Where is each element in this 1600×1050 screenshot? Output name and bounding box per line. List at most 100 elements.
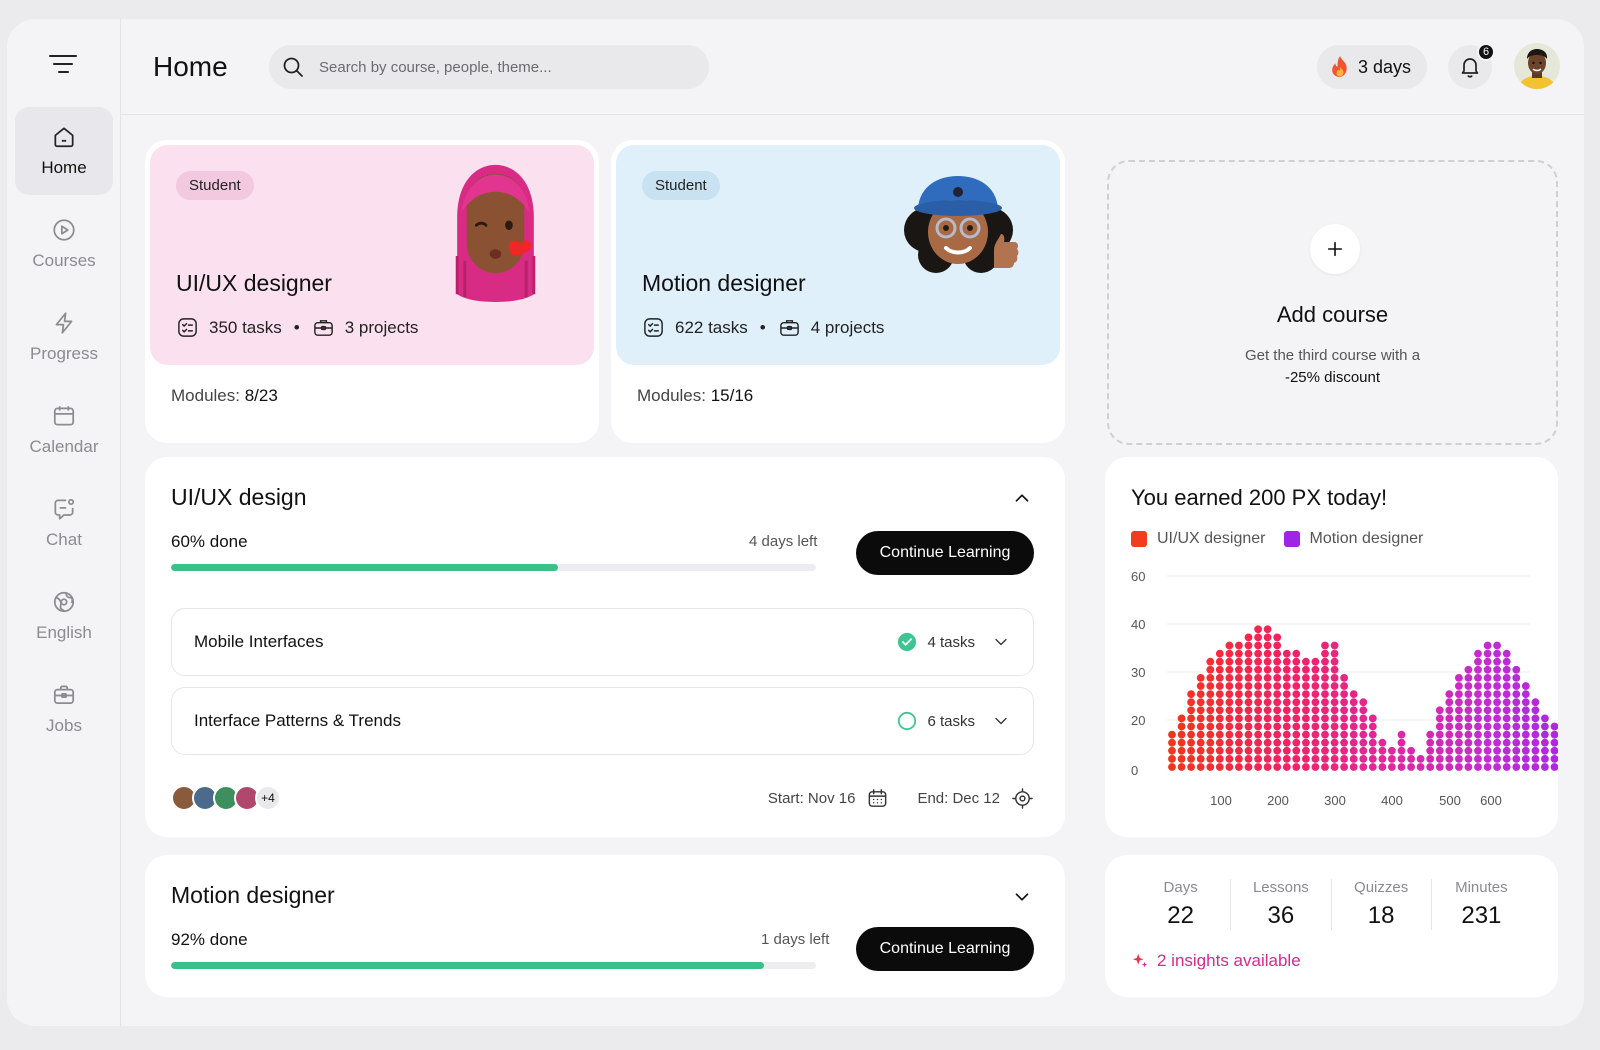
chart-dot xyxy=(1263,657,1272,666)
chart-dot xyxy=(1302,714,1310,723)
sidebar-item-courses[interactable]: Courses xyxy=(15,200,113,288)
chevron-up-icon[interactable] xyxy=(1011,487,1033,509)
chart-dot xyxy=(1273,665,1282,674)
chart-dot xyxy=(1512,746,1521,755)
chart-dot xyxy=(1349,714,1358,723)
tasks-icon xyxy=(178,318,197,337)
chart-dot xyxy=(1455,763,1463,771)
chart-dot xyxy=(1541,738,1549,747)
chart-dot xyxy=(1464,738,1473,747)
chart-dot xyxy=(1340,674,1348,682)
chart-dot xyxy=(1541,714,1549,723)
continue-learning-button[interactable]: Continue Learning xyxy=(856,531,1034,575)
chart-dot xyxy=(1254,682,1262,690)
chart-dot xyxy=(1502,755,1511,763)
sidebar-item-chat[interactable]: Chat xyxy=(15,479,113,567)
chart-dot xyxy=(1225,755,1234,763)
y-tick-label: 30 xyxy=(1131,665,1145,680)
x-tick-label: 600 xyxy=(1480,793,1502,808)
chart-dot xyxy=(1512,722,1521,731)
chart-dot xyxy=(1254,722,1262,731)
chart-dot xyxy=(1493,722,1501,731)
chart-dot xyxy=(1445,730,1454,739)
chevron-down-icon[interactable] xyxy=(991,632,1011,652)
search-input[interactable] xyxy=(319,58,679,76)
chart-dot xyxy=(1235,682,1243,690)
chart-dot xyxy=(1292,755,1301,763)
participants[interactable]: +4 xyxy=(171,785,281,811)
chart-dot xyxy=(1244,746,1253,755)
chart-dot xyxy=(1464,722,1473,731)
streak-badge[interactable]: 3 days xyxy=(1317,45,1427,89)
chart-dot xyxy=(1474,763,1482,771)
chevron-down-icon[interactable] xyxy=(1011,886,1033,908)
sidebar-item-progress[interactable]: Progress xyxy=(15,293,113,381)
chart-dot xyxy=(1254,706,1262,715)
add-course-title: Add course xyxy=(1276,302,1389,327)
chart-dot xyxy=(1225,706,1234,715)
add-course-card[interactable]: Add course Get the third course with a -… xyxy=(1107,160,1558,445)
lesson-row[interactable]: Interface Patterns & Trends 6 tasks xyxy=(171,687,1034,755)
chart-dot xyxy=(1282,682,1291,690)
target-icon[interactable] xyxy=(1011,787,1034,810)
lesson-row[interactable]: Mobile Interfaces 4 tasks xyxy=(171,608,1034,676)
chart-dot xyxy=(1368,763,1377,771)
user-avatar[interactable] xyxy=(1514,43,1560,89)
chart-dot xyxy=(1177,730,1186,739)
chart-dot xyxy=(1531,698,1540,707)
chart-dot xyxy=(1464,690,1473,698)
plus-icon[interactable] xyxy=(1310,224,1360,274)
briefcase-icon xyxy=(779,320,799,336)
course-card-motion[interactable]: Student Motion designer 622 tasks • 4 pr… xyxy=(611,140,1065,443)
chart-dot xyxy=(1292,649,1301,658)
chart-dot xyxy=(1292,746,1301,755)
notifications-button[interactable]: 6 xyxy=(1448,43,1495,89)
chart-dot xyxy=(1215,706,1224,715)
chart-dot xyxy=(1302,657,1310,666)
legend-label: UI/UX designer xyxy=(1157,530,1266,547)
chart-dot xyxy=(1330,755,1339,763)
chart-dot xyxy=(1321,657,1329,666)
chart-dot xyxy=(1263,730,1272,739)
course-footer: +4 Start: Nov 16 End: Dec 12 xyxy=(171,783,1034,813)
insights-link[interactable]: 2 insights available xyxy=(1131,951,1301,971)
chart-dot xyxy=(1168,738,1176,747)
chart-dot xyxy=(1244,690,1253,698)
chart-dot xyxy=(1521,698,1530,707)
chart-dot xyxy=(1416,755,1425,763)
chart-dot xyxy=(1196,763,1205,771)
chevron-down-icon[interactable] xyxy=(991,711,1011,731)
sidebar-item-calendar[interactable]: Calendar xyxy=(15,386,113,474)
stat-value: 22 xyxy=(1167,902,1194,929)
calendar-icon[interactable] xyxy=(866,787,889,810)
sidebar-item-home[interactable]: Home xyxy=(15,107,113,195)
briefcase-icon xyxy=(53,685,75,704)
continue-learning-button[interactable]: Continue Learning xyxy=(856,927,1034,971)
chart-dot xyxy=(1426,746,1435,755)
chart-legend: UI/UX designer Motion designer xyxy=(1131,530,1441,548)
search-bar[interactable] xyxy=(269,45,709,89)
menu-icon[interactable] xyxy=(49,53,81,77)
chart-dot xyxy=(1502,657,1511,666)
chart-dot xyxy=(1282,738,1291,747)
start-date: Start: Nov 16 xyxy=(767,789,856,807)
chart-dot xyxy=(1302,763,1310,771)
chart-dot xyxy=(1502,714,1511,723)
chart-dot xyxy=(1359,714,1368,723)
chart-dot xyxy=(1340,682,1348,690)
x-tick-label: 200 xyxy=(1267,793,1289,808)
chart-dot xyxy=(1550,722,1558,731)
sidebar-item-english[interactable]: English xyxy=(15,572,113,660)
chart-dot xyxy=(1502,706,1511,715)
chart-dot xyxy=(1321,641,1329,650)
course-card-uiux[interactable]: Student UI/UX designer 350 tasks • 3 pro… xyxy=(145,140,599,443)
sidebar-item-jobs[interactable]: Jobs xyxy=(15,665,113,753)
modules-value: 8/23 xyxy=(244,386,278,405)
tasks-icon xyxy=(644,318,663,337)
notification-count-badge: 6 xyxy=(1477,43,1495,61)
chart-dot xyxy=(1349,746,1358,755)
legend-item: UI/UX designer xyxy=(1131,530,1266,548)
chart-dot xyxy=(1349,690,1358,698)
chart-dot xyxy=(1426,738,1435,747)
chart-dot xyxy=(1359,755,1368,763)
